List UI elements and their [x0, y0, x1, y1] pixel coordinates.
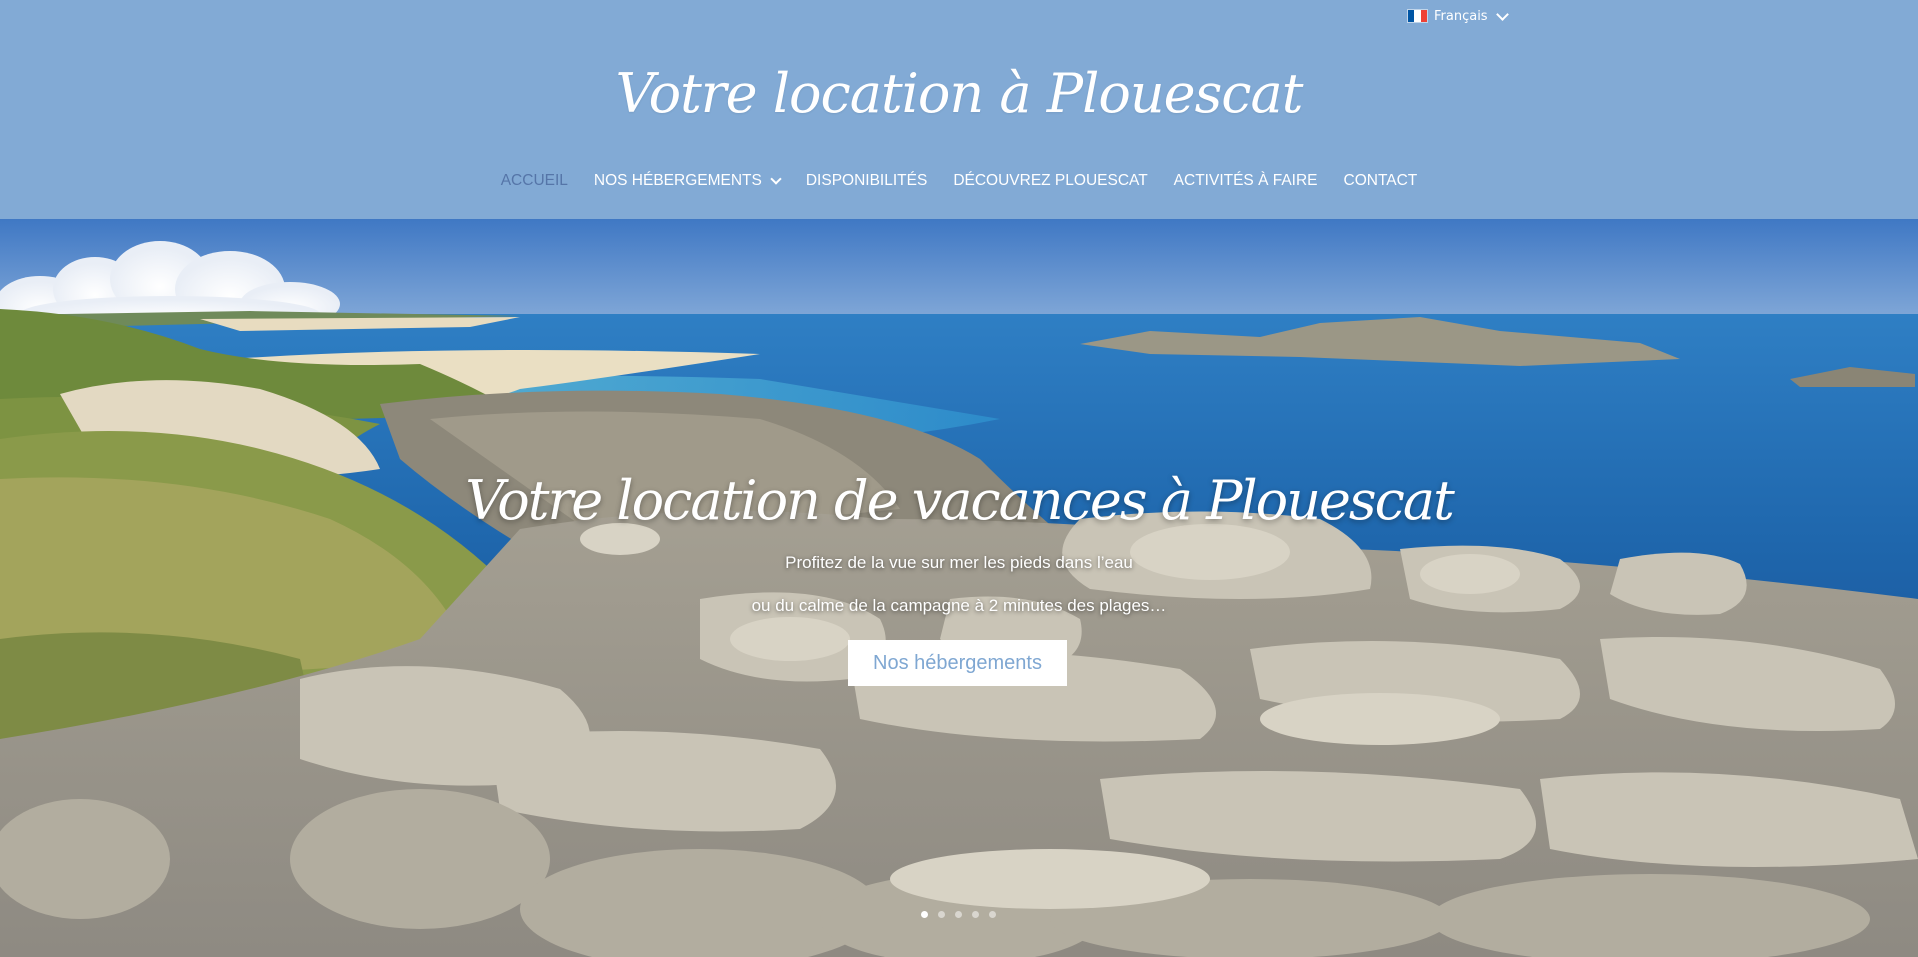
nav-item-label: ACCUEIL: [500, 172, 568, 189]
nav-item-accueil[interactable]: ACCUEIL: [501, 172, 568, 190]
site-title[interactable]: Votre location à Plouescat: [0, 62, 1918, 125]
nav-item-label: DÉCOUVREZ PLOUESCAT: [953, 172, 1148, 189]
nav-item-label: CONTACT: [1343, 172, 1418, 189]
hero-title: Votre location de vacances à Plouescat: [465, 469, 1455, 532]
language-label: Français: [1434, 8, 1488, 24]
nav-item-decouvrez-plouescat[interactable]: DÉCOUVREZ PLOUESCAT: [953, 172, 1147, 190]
nav-item-label: ACTIVITÉS À FAIRE: [1173, 172, 1318, 189]
hero-slider: Votre location de vacances à Plouescat P…: [0, 219, 1918, 957]
slide-dot-1[interactable]: [921, 911, 928, 918]
nav-item-disponibilites[interactable]: DISPONIBILITÉS: [806, 172, 927, 190]
chevron-down-icon: [770, 173, 782, 185]
nav-item-contact[interactable]: CONTACT: [1344, 172, 1418, 190]
nav-item-activites[interactable]: ACTIVITÉS À FAIRE: [1174, 172, 1318, 190]
nos-hebergements-button[interactable]: Nos hébergements: [848, 640, 1067, 686]
slide-dot-2[interactable]: [938, 911, 945, 918]
main-nav: ACCUEIL NOS HÉBERGEMENTS DISPONIBILITÉS …: [0, 172, 1918, 190]
france-flag-icon: [1407, 9, 1428, 23]
slide-dot-5[interactable]: [989, 911, 996, 918]
nav-item-label: NOS HÉBERGEMENTS: [593, 172, 762, 189]
language-switcher[interactable]: Français: [1407, 7, 1509, 25]
site-header: Français Votre location à Plouescat ACCU…: [0, 0, 1918, 219]
nav-item-nos-hebergements[interactable]: NOS HÉBERGEMENTS: [593, 172, 782, 190]
hero-subtitle-line-1: Profitez de la vue sur mer les pieds dan…: [785, 553, 1133, 572]
nav-item-label: DISPONIBILITÉS: [805, 172, 928, 189]
slide-dot-4[interactable]: [972, 911, 979, 918]
chevron-down-icon: [1495, 7, 1509, 21]
hero-subtitle-line-2: ou du calme de la campagne à 2 minutes d…: [751, 596, 1167, 615]
slide-dot-3[interactable]: [955, 911, 962, 918]
coastal-landscape-image: [0, 219, 1918, 957]
slider-pagination: [921, 911, 996, 918]
